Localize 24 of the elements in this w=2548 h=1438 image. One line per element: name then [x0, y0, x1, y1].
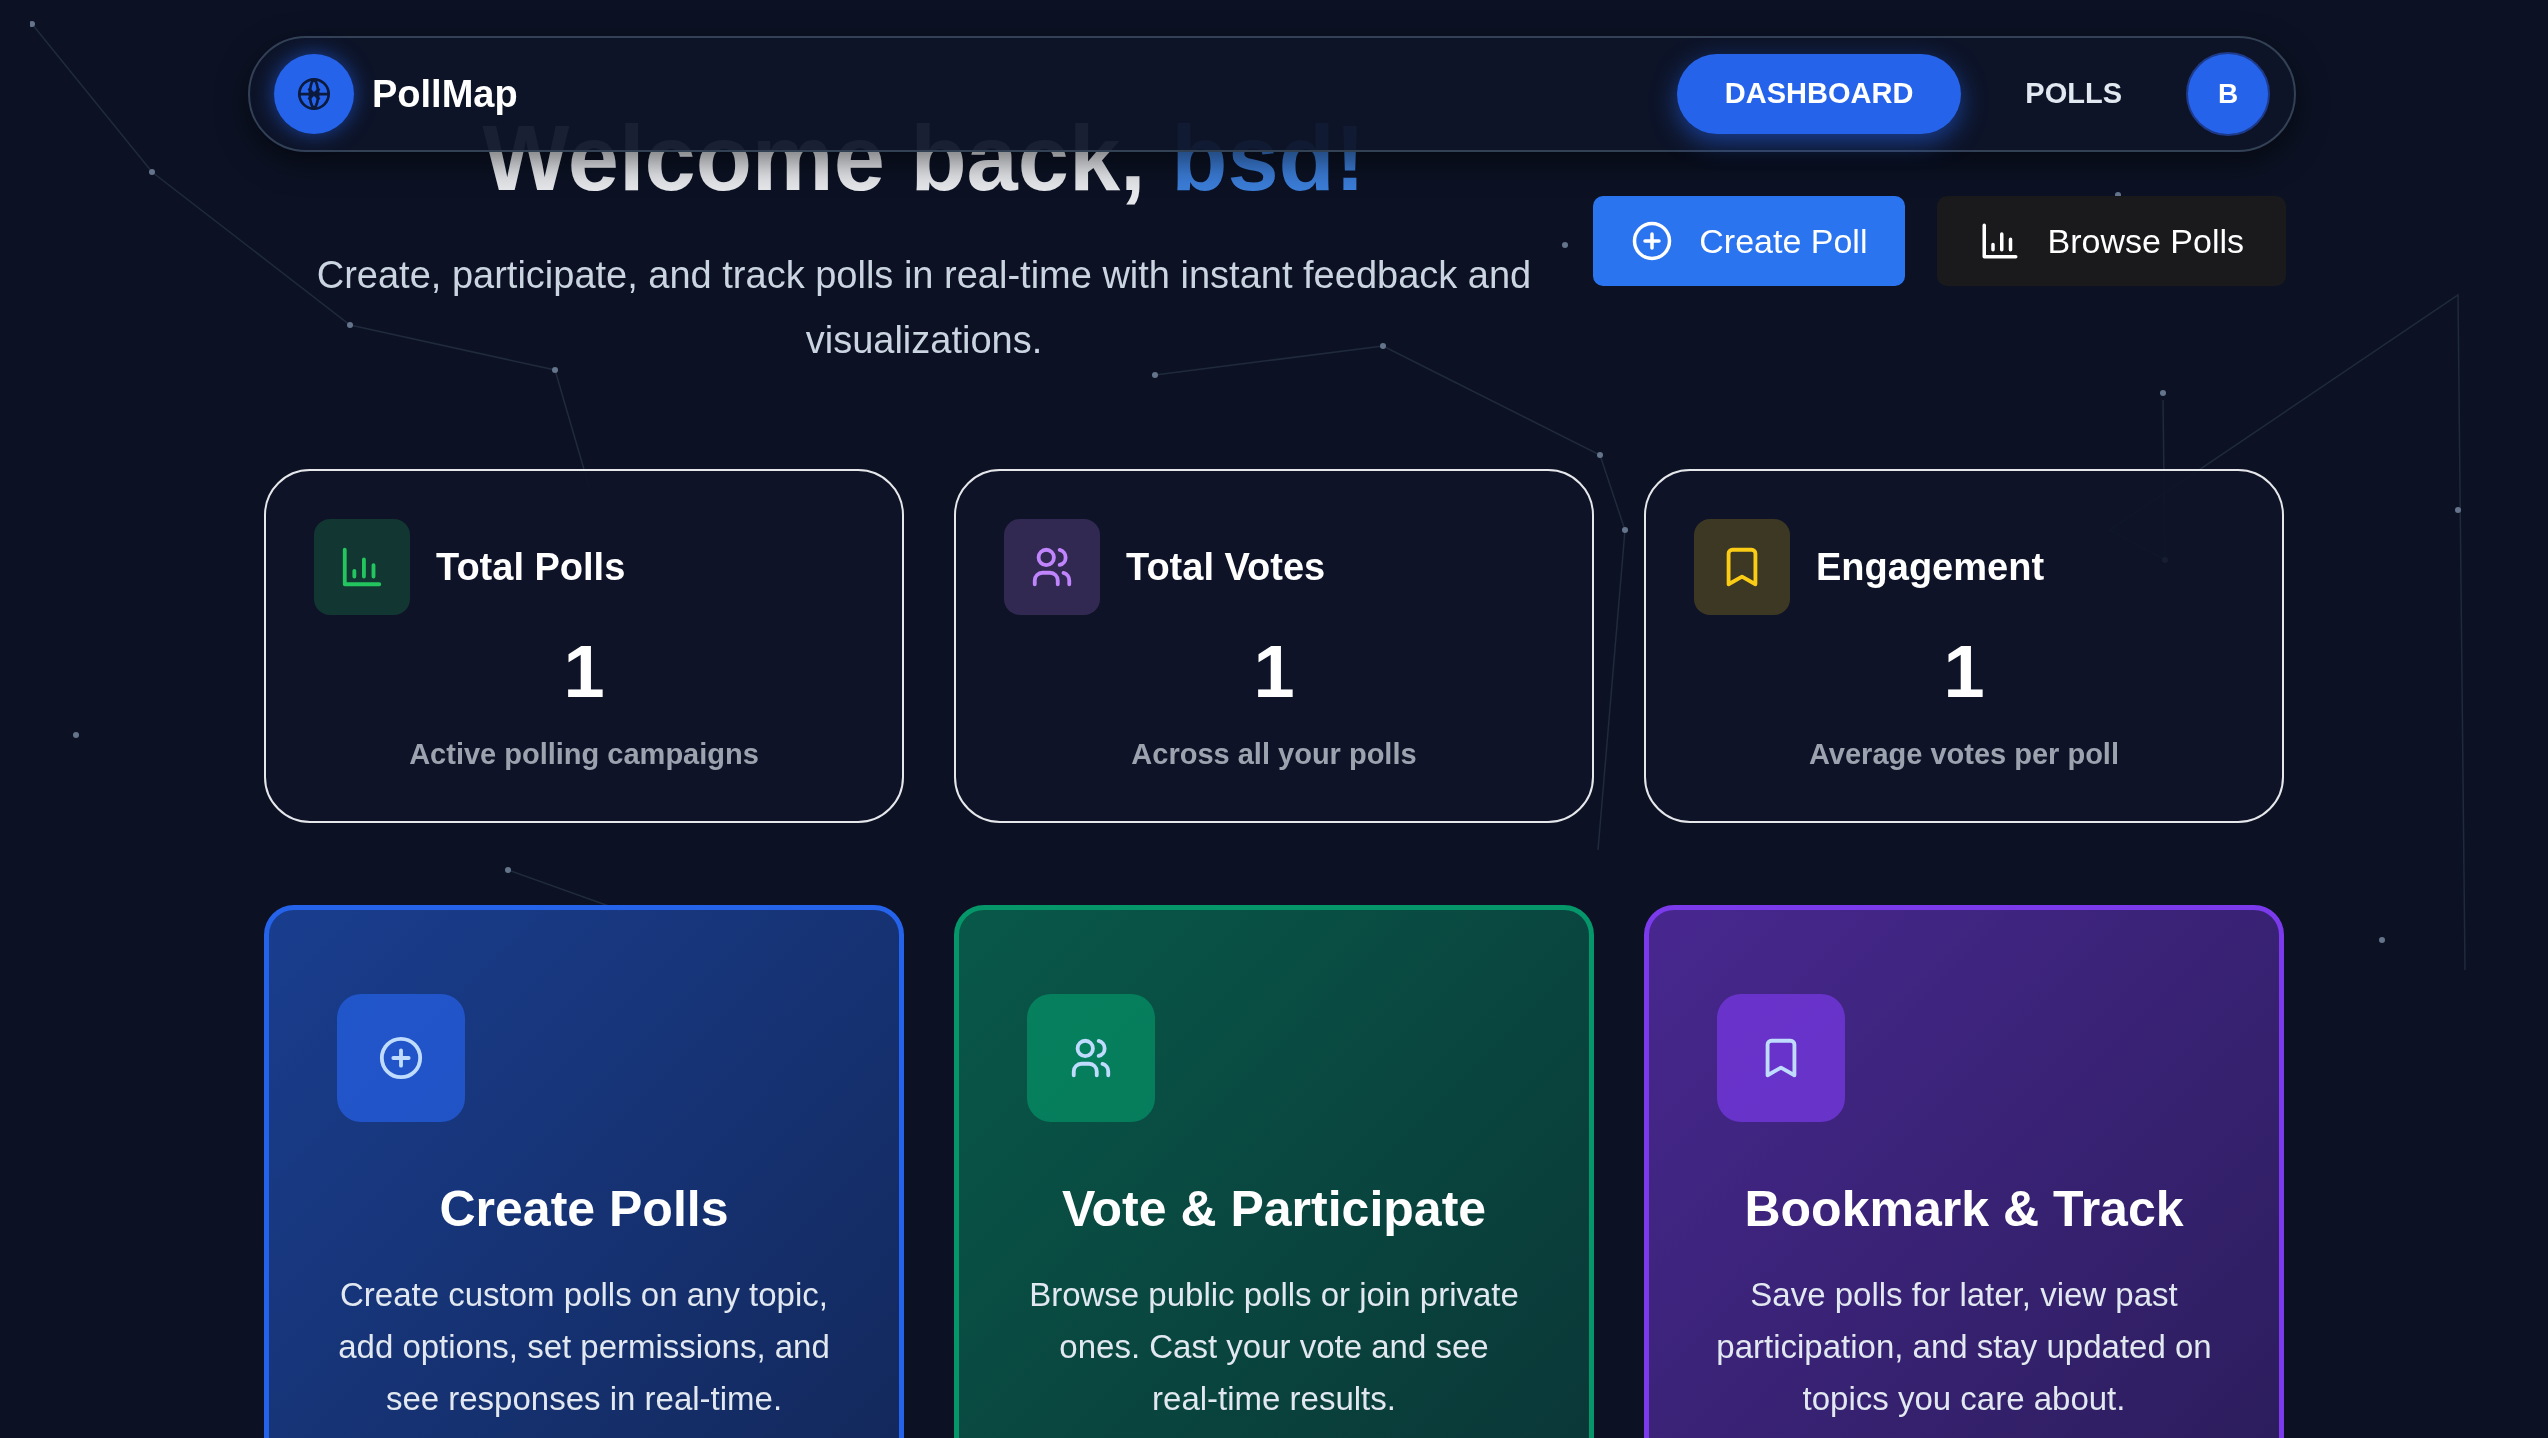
- hero-subtitle: Create, participate, and track polls in real-time with instant feedback and visualizations.: [315, 253, 1533, 364]
- nav-tab[interactable]: DASHBOARD: [1676, 54, 1962, 134]
- stat-title: Total Polls: [436, 544, 626, 590]
- stat-value: 1: [1942, 635, 1986, 710]
- feature-description: Save polls for later, view past participation, and stay updated on topics you care about.: [1715, 1275, 2213, 1420]
- logo-icon[interactable]: [274, 54, 354, 134]
- plus-circle-icon: [378, 1035, 424, 1082]
- user-avatar[interactable]: B: [2186, 52, 2270, 136]
- create-poll-button[interactable]: Create Poll: [1593, 196, 1906, 286]
- feature-title: Create Polls: [439, 1180, 729, 1240]
- feature-title: Bookmark & Track: [1744, 1180, 2184, 1240]
- browse-polls-button[interactable]: Browse Polls: [1937, 196, 2286, 286]
- stat-value: 1: [562, 635, 606, 710]
- feature-description: Browse public polls or join private ones. Cast your vote and see real-time results.: [1028, 1275, 1520, 1420]
- stat-caption: Average votes per poll: [1808, 737, 2120, 773]
- stat-title: Engagement: [1816, 544, 2045, 590]
- plus-circle-icon: [1631, 220, 1674, 262]
- nav-tab[interactable]: POLLS: [1977, 54, 2170, 134]
- feature-description: Create custom polls on any topic, add options, set permissions, and see responses in real-time.: [337, 1275, 831, 1420]
- stat-caption: Active polling campaigns: [408, 737, 760, 773]
- stat-title: Total Votes: [1126, 544, 1326, 590]
- stat-caption: Across all your polls: [1130, 737, 1418, 773]
- feature-title: Vote & Participate: [1061, 1180, 1487, 1240]
- stat-value: 1: [1252, 635, 1296, 710]
